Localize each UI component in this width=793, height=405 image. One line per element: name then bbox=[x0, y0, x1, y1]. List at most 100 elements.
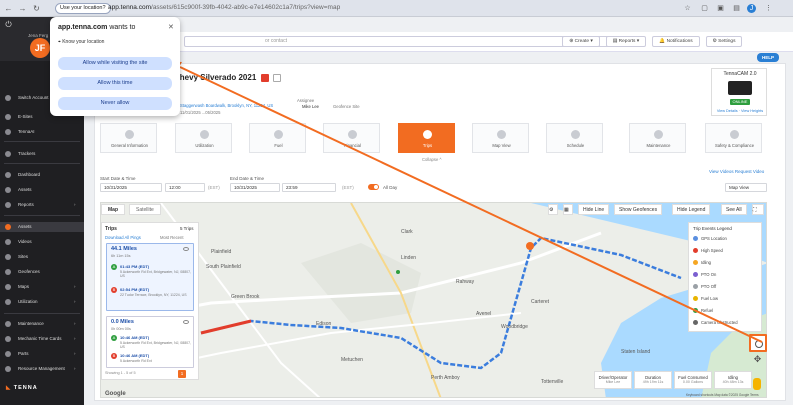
all-day-toggle[interactable] bbox=[368, 184, 379, 190]
trip-card[interactable]: 0.0 Miles 0h 00m 00s A 10:46 AM (EDT) 5 … bbox=[106, 316, 194, 368]
hide-line-button[interactable]: Hide Line bbox=[578, 204, 610, 215]
menu-icon[interactable]: ⋮ bbox=[764, 4, 773, 13]
close-icon[interactable]: ✕ bbox=[168, 23, 174, 31]
trip-end-marker[interactable] bbox=[526, 242, 534, 250]
power-icon[interactable]: ⏻ bbox=[4, 20, 13, 29]
location-permission-pill[interactable]: Use your location? bbox=[55, 3, 111, 14]
parts-icon bbox=[5, 351, 11, 357]
sidebar-item-videos[interactable]: Videos bbox=[0, 237, 84, 247]
tab-general-information[interactable]: General Information bbox=[100, 123, 157, 153]
street-view-pegman-icon[interactable] bbox=[753, 378, 761, 390]
sidebar-item-assets[interactable]: Assets bbox=[0, 222, 84, 232]
tennacam-links[interactable]: View Details · View Heights bbox=[714, 109, 766, 113]
map-footer: Keyboard shortcuts Map data ©2025 Google… bbox=[686, 393, 759, 397]
sidebar-item-trackers[interactable]: Trackers bbox=[0, 149, 84, 159]
tab-schedule[interactable]: Schedule bbox=[546, 123, 603, 153]
show-geofences-button[interactable]: Show Geofences bbox=[614, 204, 663, 215]
start-time-field[interactable]: 12:00 bbox=[165, 183, 205, 192]
event-marker[interactable] bbox=[396, 270, 400, 274]
trip-start-address: 5 Ackerworth Rd Ext, Bridgewater, NJ, 08… bbox=[120, 270, 192, 278]
settings-button[interactable]: ⚙ Settings bbox=[706, 36, 742, 47]
sidebar-item-resource-management[interactable]: Resource Management › bbox=[0, 364, 84, 374]
sidebar-item-utilization[interactable]: Utilization › bbox=[0, 297, 84, 307]
tab-label: Financial bbox=[344, 143, 361, 148]
sidebar-item-maintenance[interactable]: Maintenance › bbox=[0, 319, 84, 329]
profile-icon[interactable]: J bbox=[747, 4, 756, 13]
chevron-right-icon: › bbox=[74, 366, 76, 371]
geofence-icon bbox=[5, 269, 11, 275]
tab-safety-compliance[interactable]: Safety & Compliance bbox=[705, 123, 762, 153]
eye-icon[interactable] bbox=[183, 320, 189, 324]
tab-label: Map View bbox=[492, 143, 511, 148]
back-icon[interactable]: ← bbox=[4, 4, 13, 13]
stat-value: Mike Lee bbox=[605, 380, 621, 384]
sidebar-item-geofences[interactable]: Geofences bbox=[0, 267, 84, 277]
forward-icon[interactable]: → bbox=[18, 4, 27, 13]
sidebar-item-sites[interactable]: Sites bbox=[0, 252, 84, 262]
sidebar-item-dashboard[interactable]: Dashboard bbox=[0, 170, 84, 180]
tab-map-view[interactable]: Map View bbox=[472, 123, 529, 153]
status-badge: ONLINE bbox=[730, 99, 750, 105]
sidepanel-icon[interactable]: ▤ bbox=[732, 4, 741, 13]
sidebar-item-tennaai[interactable]: TennaAI bbox=[0, 127, 84, 137]
start-date-field[interactable]: 10/31/2025 bbox=[100, 183, 162, 192]
camera-icon[interactable] bbox=[273, 74, 281, 82]
see-all-button[interactable]: See All bbox=[721, 204, 747, 215]
help-button[interactable]: HELP bbox=[757, 53, 779, 62]
address-bar[interactable]: app.tenna.com/assets/615c900f-39fb-4042-… bbox=[108, 4, 340, 11]
download-pings-link[interactable]: Download All Pings bbox=[105, 235, 141, 240]
map-settings-icon[interactable]: ⚙ bbox=[548, 204, 558, 215]
tab-financial[interactable]: Financial bbox=[323, 123, 380, 153]
trip-duration: 6h 11m 15s bbox=[111, 254, 131, 258]
trip-end-time: 02:54 PM (EDT) bbox=[120, 287, 150, 292]
sidebar-item-parts[interactable]: Parts › bbox=[0, 349, 84, 359]
puzzle-icon[interactable]: ▣ bbox=[716, 4, 725, 13]
my-location-button[interactable] bbox=[749, 334, 767, 352]
view-mode-select[interactable]: Map View bbox=[725, 183, 767, 192]
trip-start-time: 10:46 AM (EDT) bbox=[120, 335, 150, 340]
tab-fuel[interactable]: Fuel bbox=[249, 123, 306, 153]
map-canvas[interactable]: Clark Linden Rahway Avenel Perth Amboy M… bbox=[100, 202, 767, 398]
reload-icon[interactable]: ↻ bbox=[32, 4, 41, 13]
collapse-toggle[interactable]: Collapse ^ bbox=[422, 157, 441, 162]
legend-item: PTO Off bbox=[693, 284, 716, 289]
chart-icon bbox=[5, 299, 11, 305]
map-type-satellite[interactable]: Satellite bbox=[129, 204, 161, 215]
extension-icon[interactable]: ▢ bbox=[700, 4, 709, 13]
tab-utilization[interactable]: Utilization bbox=[175, 123, 232, 153]
wrench-icon bbox=[654, 130, 663, 139]
tab-maintenance[interactable]: Maintenance bbox=[629, 123, 686, 153]
sidebar-item-mechanic-time-cards[interactable]: Mechanic Time Cards › bbox=[0, 334, 84, 344]
info-icon bbox=[125, 130, 134, 139]
sidebar-item-assets-top[interactable]: Assets bbox=[0, 185, 84, 195]
flag-icon[interactable] bbox=[261, 74, 269, 82]
duration-stat: Duration 49h 19m 11s bbox=[634, 371, 672, 389]
map-layers-icon[interactable]: ▦ bbox=[563, 204, 573, 215]
hide-legend-button[interactable]: Hide Legend bbox=[672, 204, 711, 215]
asset-address[interactable]: Staggerwash Boardwalk, Brooklyn, NY, 112… bbox=[180, 103, 273, 108]
avatar[interactable]: JF bbox=[30, 38, 50, 58]
reports-button[interactable]: ▤ Reports ▾ bbox=[606, 36, 646, 47]
allow-this-time-button[interactable]: Allow this time bbox=[58, 77, 172, 90]
notifications-button[interactable]: 🔔 Notifications bbox=[652, 36, 700, 47]
map-pan-icon[interactable]: ✥ bbox=[753, 355, 762, 364]
page-badge[interactable]: 1 bbox=[178, 370, 186, 378]
trip-card[interactable]: 44.1 Miles 6h 11m 15s A 01:43 PM (EDT) 5… bbox=[106, 243, 194, 311]
eye-icon[interactable] bbox=[183, 247, 189, 251]
video-links[interactable]: View Videos Request Video bbox=[709, 169, 764, 174]
sidebar-item-label: Sites bbox=[18, 254, 29, 259]
create-button[interactable]: ⊕ Create ▾ bbox=[562, 36, 600, 47]
never-allow-button[interactable]: Never allow bbox=[58, 97, 172, 110]
sort-select[interactable]: Most Recent bbox=[160, 235, 184, 240]
end-date-field[interactable]: 10/31/2025 bbox=[230, 183, 280, 192]
fullscreen-icon[interactable]: ⛶ bbox=[752, 204, 764, 215]
star-icon[interactable]: ☆ bbox=[683, 4, 692, 13]
sidebar-item-maps[interactable]: Maps › bbox=[0, 282, 84, 292]
sidebar-item-reports[interactable]: Reports › bbox=[0, 200, 84, 210]
allow-while-visiting-button[interactable]: Allow while visiting the site bbox=[58, 57, 172, 70]
end-time-field[interactable]: 23:59 bbox=[282, 183, 336, 192]
tab-trips[interactable]: Trips bbox=[398, 123, 455, 153]
place-label: Woodbridge bbox=[501, 324, 528, 330]
tab-label: Maintenance bbox=[646, 143, 671, 148]
map-type-map[interactable]: Map bbox=[101, 204, 125, 215]
